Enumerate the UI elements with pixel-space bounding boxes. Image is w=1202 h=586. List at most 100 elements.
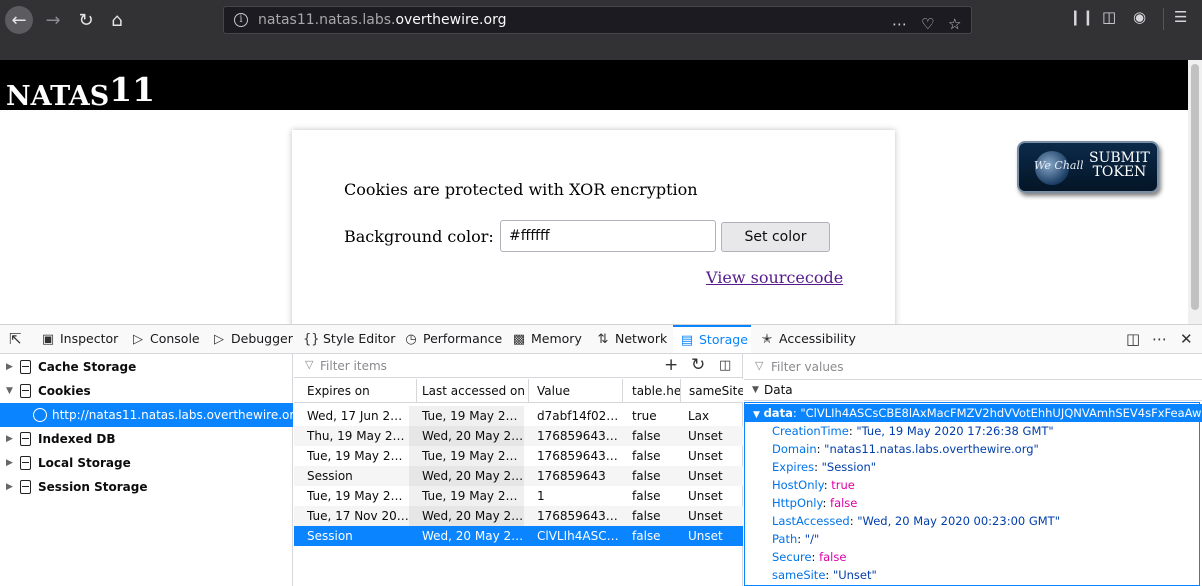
- submit-token-label: SUBMIT TOKEN: [1089, 151, 1150, 179]
- column-header[interactable]: Expires on: [299, 379, 417, 403]
- collapse-arrow-icon[interactable]: ▼: [753, 410, 760, 420]
- wechall-submit-button[interactable]: We Chall SUBMIT TOKEN: [1017, 141, 1159, 193]
- table-cell: Session: [307, 529, 353, 543]
- column-header[interactable]: table.he...: [624, 379, 681, 403]
- data-prop-row[interactable]: Expires: "Session": [745, 458, 1202, 476]
- filter-items-bar[interactable]: ▽ Filter items + ↻ ◫: [294, 354, 743, 378]
- performance-icon: ◷: [405, 332, 417, 347]
- database-icon: [20, 384, 31, 398]
- table-row[interactable]: Thu, 19 May 2022 0...Wed, 20 May 2020 ..…: [294, 426, 743, 446]
- info-icon[interactable]: i: [234, 13, 248, 27]
- tree-item-indexed-db[interactable]: ▶ Indexed DB: [0, 427, 293, 451]
- expand-arrow-icon[interactable]: ▶: [6, 475, 13, 499]
- scrollbar-thumb[interactable]: [1191, 64, 1199, 310]
- tab-debugger[interactable]: ▷ Debugger: [211, 325, 293, 353]
- page-scrollbar[interactable]: [1188, 60, 1202, 324]
- table-cell: Unset: [688, 489, 723, 503]
- filter-values-input[interactable]: Filter values: [771, 360, 844, 374]
- table-cell: Tue, 19 May 2020 0...: [307, 489, 409, 503]
- data-prop-row[interactable]: Path: "/": [745, 530, 1202, 548]
- tree-label: http://natas11.natas.labs.overthewire.or…: [52, 408, 302, 422]
- reload-icon[interactable]: ↻: [72, 6, 100, 34]
- table-row[interactable]: Session Wed, 20 May 2020 ... 176859643 fals…: [294, 466, 743, 486]
- table-cell: ClVLIh4ASCsCB...: [537, 529, 619, 543]
- column-header[interactable]: Value: [529, 379, 623, 403]
- bookmark-star-icon[interactable]: ☆: [948, 11, 961, 37]
- data-header-label: Data: [764, 383, 793, 397]
- toggle-sidebar-icon[interactable]: ◫: [719, 358, 731, 373]
- account-icon[interactable]: ◉: [1133, 8, 1146, 26]
- tree-item-session-storage[interactable]: ▶ Session Storage: [0, 475, 293, 499]
- column-header[interactable]: sameSite: [681, 379, 743, 403]
- back-icon[interactable]: ←: [5, 6, 33, 34]
- data-key: CreationTime: [772, 424, 849, 438]
- inspector-icon: ▣: [41, 332, 55, 347]
- table-cell: Thu, 19 May 2022 0...: [307, 429, 409, 443]
- url-bar[interactable]: i natas11.natas.labs.overthewire.org ⋯ ♡…: [223, 6, 972, 34]
- tab-label: Memory: [531, 331, 582, 346]
- table-cell: Tue, 19 May 2020 0...: [409, 406, 524, 426]
- data-prop-row[interactable]: CreationTime: "Tue, 19 May 2020 17:26:38…: [745, 422, 1202, 440]
- data-root-row[interactable]: ▼ data: "ClVLIh4ASCsCBE8lAxMacFMZV2hdVVo…: [745, 404, 1202, 422]
- pocket-icon[interactable]: ♡: [921, 11, 934, 37]
- tab-label: Accessibility: [779, 331, 856, 346]
- tree-item-local-storage[interactable]: ▶ Local Storage: [0, 451, 293, 475]
- menu-icon[interactable]: ☰: [1174, 8, 1187, 26]
- table-row[interactable]: Tue, 19 May 2020 0...Tue, 19 May 2020 0.…: [294, 486, 743, 506]
- home-icon[interactable]: ⌂: [103, 6, 131, 34]
- add-item-icon[interactable]: +: [664, 355, 678, 375]
- table-cell: Unset: [688, 449, 723, 463]
- table-row[interactable]: Tue, 17 Nov 2020 16...Wed, 20 May 2020 .…: [294, 506, 743, 526]
- tab-performance[interactable]: ◷ Performance: [403, 325, 502, 353]
- library-icon[interactable]: ❙❙: [1069, 8, 1094, 26]
- table-row[interactable]: Wed, 17 Jun 2020 1...Tue, 19 May 2020 0.…: [294, 406, 743, 426]
- tree-item-cache-storage[interactable]: ▶ Cache Storage: [0, 355, 293, 379]
- table-cell: false: [632, 509, 661, 523]
- tab-console[interactable]: ▷ Console: [130, 325, 200, 353]
- tree-item-cookies[interactable]: ▼ Cookies: [0, 379, 293, 403]
- expand-arrow-icon[interactable]: ▶: [6, 451, 13, 475]
- devtools-menu-icon[interactable]: ⋯: [1152, 330, 1167, 348]
- tab-storage[interactable]: ▤ Storage: [673, 325, 751, 353]
- page-actions-icon[interactable]: ⋯: [892, 11, 907, 37]
- table-cell: Lax: [688, 409, 710, 423]
- tab-memory[interactable]: ▩ Memory: [511, 325, 582, 353]
- data-prop-row[interactable]: Secure: false: [745, 548, 1202, 566]
- sidebar-icon[interactable]: ◫: [1102, 8, 1116, 26]
- tab-label: Storage: [699, 332, 748, 347]
- tab-label: Performance: [423, 331, 503, 346]
- set-color-button[interactable]: Set color: [721, 222, 830, 252]
- data-prop-row[interactable]: Domain: "natas11.natas.labs.overthewire.…: [745, 440, 1202, 458]
- tab-inspector[interactable]: ▣ Inspector: [40, 325, 118, 353]
- view-source-link[interactable]: View sourcecode: [706, 268, 843, 287]
- responsive-design-icon[interactable]: ◫: [1126, 330, 1140, 348]
- collapse-arrow-icon[interactable]: ▼: [6, 379, 13, 403]
- filter-items-input[interactable]: Filter items: [320, 359, 387, 373]
- tab-accessibility[interactable]: ✭ Accessibility: [759, 325, 856, 353]
- collapse-arrow-icon[interactable]: ▼: [752, 380, 759, 400]
- table-cell: false: [632, 449, 661, 463]
- tree-label: Local Storage: [38, 456, 131, 470]
- data-section-header[interactable]: ▼ Data: [744, 379, 1202, 401]
- tab-network[interactable]: ⇅ Network: [595, 325, 668, 353]
- data-prop-row[interactable]: LastAccessed: "Wed, 20 May 2020 00:23:00…: [745, 512, 1202, 530]
- data-prop-row[interactable]: sameSite: "Unset": [745, 566, 1202, 584]
- data-prop-row[interactable]: HostOnly: true: [745, 476, 1202, 494]
- column-header[interactable]: Last accessed on: [414, 379, 529, 403]
- pick-element-icon[interactable]: ⇱: [9, 330, 22, 348]
- table-row[interactable]: Tue, 19 May 2020 0...Tue, 19 May 2020 0.…: [294, 446, 743, 466]
- refresh-icon[interactable]: ↻: [691, 355, 705, 375]
- bg-color-input[interactable]: [500, 220, 716, 252]
- tree-item-cookie-host[interactable]: http://natas11.natas.labs.overthewire.or…: [0, 403, 302, 427]
- data-key: data: [763, 406, 793, 420]
- expand-arrow-icon[interactable]: ▶: [6, 427, 13, 451]
- tree-label: Session Storage: [38, 480, 148, 494]
- table-cell: 1: [537, 489, 545, 503]
- table-row[interactable]: Session Wed, 20 May 2020 ... ClVLIh4ASCsCB…: [294, 526, 743, 546]
- table-cell: 176859643.158...: [537, 509, 619, 523]
- data-prop-row[interactable]: HttpOnly: false: [745, 494, 1202, 512]
- expand-arrow-icon[interactable]: ▶: [6, 355, 13, 379]
- close-devtools-icon[interactable]: ✕: [1180, 330, 1193, 348]
- forward-icon[interactable]: →: [39, 6, 67, 34]
- tab-style-editor[interactable]: {} Style Editor: [303, 325, 395, 353]
